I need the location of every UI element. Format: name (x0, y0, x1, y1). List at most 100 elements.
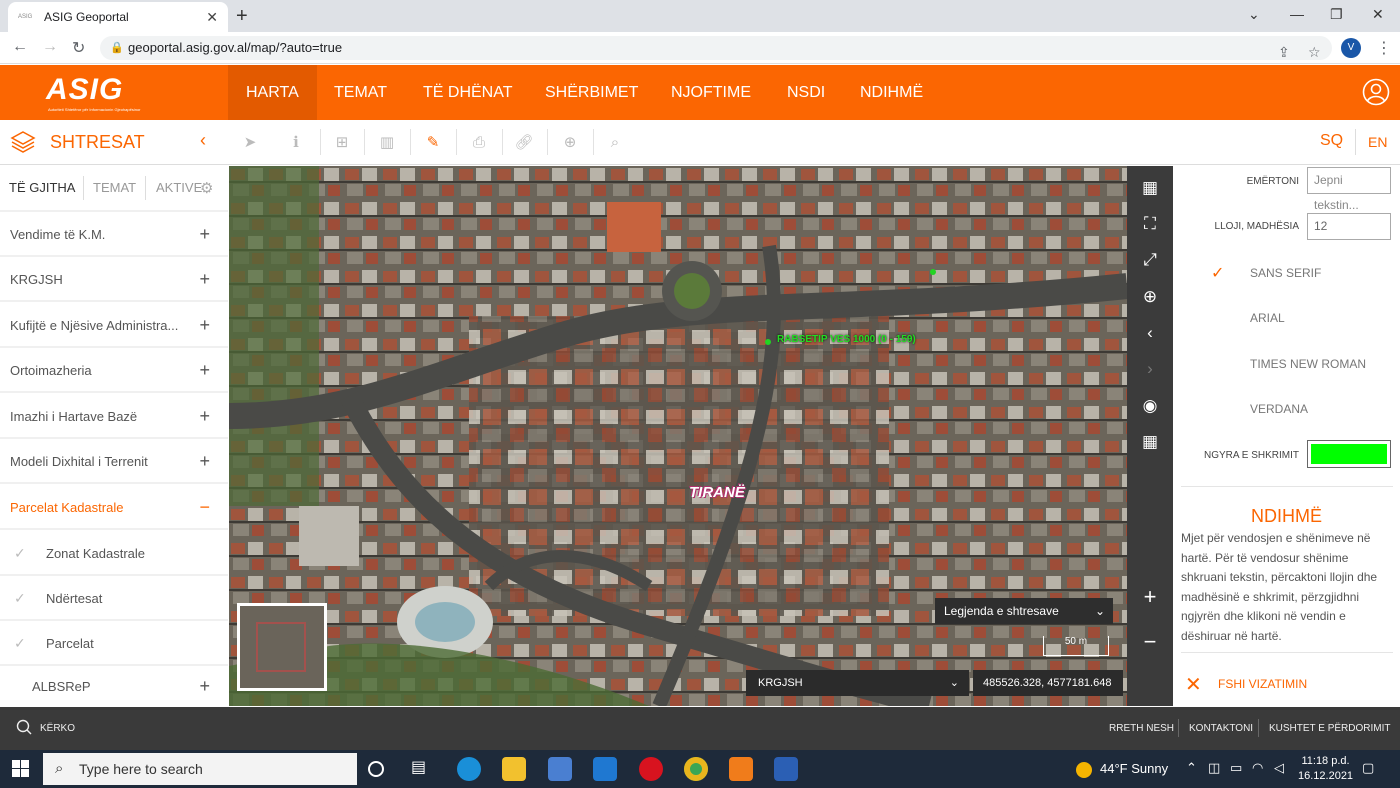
back-button[interactable]: ← (12, 38, 28, 56)
crs-select[interactable]: KRGJSH ⌄ (746, 670, 969, 696)
nav-temat[interactable]: TEMAT (316, 65, 405, 120)
store-icon[interactable] (548, 757, 572, 781)
layer-parcelat[interactable]: ✓ Parcelat (0, 621, 228, 666)
lang-sq-button[interactable]: SQ (1320, 132, 1343, 150)
footer-about-link[interactable]: RRETH NESH (1109, 723, 1174, 734)
search-icon[interactable] (16, 719, 32, 735)
search-link[interactable]: KËRKO (40, 723, 75, 734)
browser-menu-icon[interactable]: ⋮ (1376, 38, 1392, 58)
add-layer-icon[interactable]: ⊞ (330, 131, 354, 155)
browser-tab[interactable]: ASIG ASIG Geoportal ✕ (8, 2, 228, 32)
layer-group-parcelat[interactable]: Parcelat Kadastrale − (0, 485, 228, 530)
notifications-icon[interactable]: ▢ (1362, 760, 1374, 776)
check-icon[interactable]: ✓ (14, 576, 26, 621)
file-explorer-icon[interactable] (502, 757, 526, 781)
taskbar-search[interactable]: ⌕ Type here to search (43, 753, 357, 785)
mail-icon[interactable] (593, 757, 617, 781)
bookmark-star-icon[interactable]: ☆ (1308, 40, 1321, 64)
zoom-out-button[interactable]: − (1127, 624, 1173, 660)
map-canvas[interactable]: RABSETIP VES 1000 (0 - 159) TIRANË Legje… (229, 166, 1127, 706)
expand-arrows-icon[interactable]: ⤢ (1127, 242, 1173, 278)
overview-minimap[interactable] (237, 603, 327, 691)
color-picker[interactable] (1307, 440, 1391, 468)
previous-view-icon[interactable]: ‹ (1127, 315, 1173, 351)
expand-icon[interactable]: + (199, 257, 210, 302)
tab-active[interactable]: AKTIVE (156, 166, 202, 210)
expand-icon[interactable]: + (199, 394, 210, 439)
add-circle-icon[interactable]: ⊕ (558, 131, 582, 155)
battery-icon[interactable]: ▭ (1230, 760, 1242, 776)
nav-nsdi[interactable]: NSDI (769, 65, 843, 120)
profile-avatar[interactable]: V (1341, 38, 1361, 58)
collapse-icon[interactable]: − (199, 485, 210, 530)
layer-group-albsrep[interactable]: ALBSReP + (0, 664, 228, 706)
chrome-icon[interactable] (684, 757, 708, 781)
font-option-sans-serif[interactable]: SANS SERIF (1250, 266, 1321, 280)
search-icon[interactable]: ⌕ (603, 131, 627, 155)
layer-zonat-kadastrale[interactable]: ✓ Zonat Kadastrale (0, 531, 228, 576)
url-field[interactable]: 🔒 geoportal.asig.gov.al/map/?auto=true ⇪… (100, 36, 1332, 60)
fullscreen-icon[interactable]: ⛶ (1127, 206, 1173, 242)
clear-icon[interactable]: ✕ (1185, 672, 1202, 697)
forward-button[interactable]: → (42, 38, 58, 56)
check-icon[interactable]: ✓ (14, 531, 26, 576)
widgets-icon[interactable]: ▤ (411, 757, 435, 781)
nav-njoftime[interactable]: NJOFTIME (653, 65, 769, 120)
globe-icon[interactable]: ◉ (1127, 388, 1173, 424)
grid-icon[interactable]: ▦ (1127, 424, 1173, 460)
tray-app-icon[interactable]: ◫ (1208, 760, 1220, 776)
tab-themes[interactable]: TEMAT (93, 166, 136, 210)
font-option-arial[interactable]: ARIAL (1250, 311, 1285, 325)
reload-button[interactable]: ↻ (72, 38, 85, 58)
close-tab-icon[interactable]: ✕ (206, 9, 218, 26)
layer-group-imazhi[interactable]: Imazhi i Hartave Bazë + (0, 394, 228, 439)
legend-dropdown[interactable]: Legjenda e shtresave ⌄ (935, 598, 1113, 624)
basemap-icon[interactable]: ▦ (1127, 170, 1173, 206)
font-option-times[interactable]: TIMES NEW ROMAN (1250, 357, 1366, 371)
tab-all[interactable]: TË GJITHA (9, 166, 75, 210)
nav-te-dhenat[interactable]: TË DHËNAT (405, 65, 530, 120)
layer-group-dtm[interactable]: Modeli Dixhital i Terrenit + (0, 439, 228, 484)
link-icon[interactable]: 🔗︎ (512, 131, 536, 155)
layer-group-vendime[interactable]: Vendime të K.M. + (0, 212, 228, 257)
taskbar-clock[interactable]: 11:18 p.d. 16.12.2021 (1298, 754, 1353, 784)
opera-icon[interactable] (639, 757, 663, 781)
expand-icon[interactable]: + (199, 348, 210, 393)
expand-icon[interactable]: + (199, 664, 210, 706)
word-icon[interactable] (774, 757, 798, 781)
expand-icon[interactable]: + (199, 212, 210, 257)
chart-icon[interactable]: ▥ (375, 131, 399, 155)
layer-group-ortoimazheria[interactable]: Ortoimazheria + (0, 348, 228, 393)
asig-logo[interactable]: ASIG Autoriteti Shtetëror për Informacio… (46, 73, 142, 113)
print-icon[interactable]: ⎙ (467, 131, 491, 155)
tray-chevron-icon[interactable]: ⌃ (1186, 760, 1197, 776)
new-tab-button[interactable]: + (236, 5, 248, 28)
wifi-icon[interactable]: ◠ (1252, 760, 1263, 776)
collapse-panel-icon[interactable]: ‹ (200, 130, 206, 151)
task-view-icon[interactable] (368, 761, 384, 777)
expand-icon[interactable]: + (199, 439, 210, 484)
edit-annotate-icon[interactable]: ✎ (421, 131, 445, 155)
layer-ndertesat[interactable]: ✓ Ndërtesat (0, 576, 228, 621)
expand-icon[interactable]: + (199, 303, 210, 348)
nav-harta[interactable]: HARTA (228, 65, 317, 120)
info-icon[interactable]: ℹ (284, 131, 308, 155)
tab-search-icon[interactable]: ⌄ (1248, 6, 1260, 23)
font-option-verdana[interactable]: VERDANA (1250, 402, 1308, 416)
nav-ndihme[interactable]: NDIHMË (842, 65, 941, 120)
annotation-text-input[interactable]: Jepni tekstin... (1307, 167, 1391, 212)
nav-sherbimet[interactable]: SHËRBIMET (527, 65, 656, 120)
user-account-icon[interactable] (1362, 78, 1390, 106)
check-icon[interactable]: ✓ (14, 621, 26, 666)
windows-start-icon[interactable] (12, 760, 29, 777)
app-g-icon[interactable] (729, 757, 753, 781)
edge-icon[interactable] (457, 757, 481, 781)
select-arrow-icon[interactable]: ➤ (238, 131, 262, 155)
footer-contact-link[interactable]: KONTAKTONI (1189, 723, 1253, 734)
lang-en-button[interactable]: EN (1368, 134, 1387, 150)
close-window-button[interactable]: ✕ (1372, 6, 1384, 23)
layer-group-krgjsh[interactable]: KRGJSH + (0, 257, 228, 302)
settings-gear-icon[interactable]: ⚙ (200, 179, 213, 197)
clear-drawing-button[interactable]: FSHI VIZATIMIN (1218, 677, 1307, 691)
minimize-button[interactable]: — (1290, 6, 1304, 22)
